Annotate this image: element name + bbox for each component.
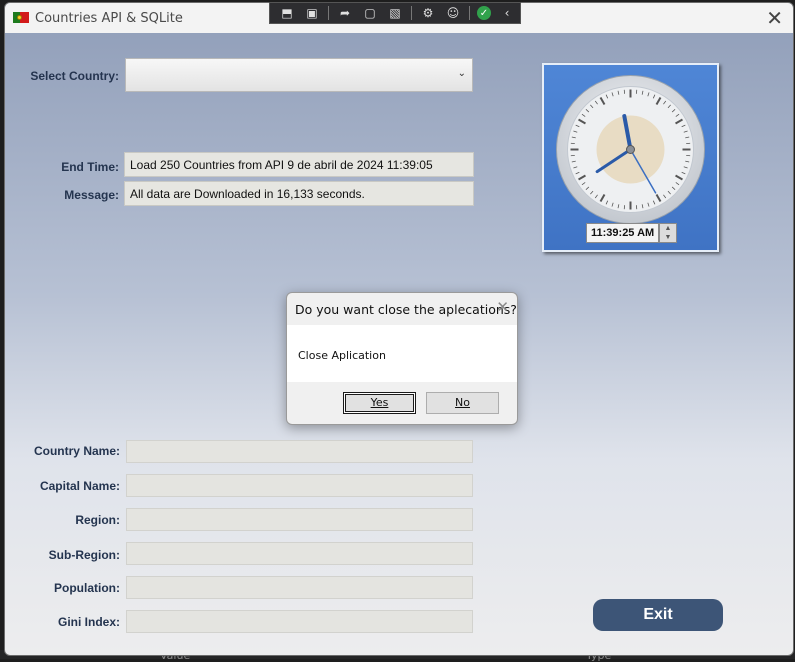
- message-label: Message:: [7, 188, 119, 202]
- debug-toolbar: ⬒ ▣ ➦ ▢ ▧ ⚙ ☺ ✓ ‹: [269, 2, 521, 24]
- window-title: Countries API & SQLite: [35, 11, 183, 26]
- sub-region-field[interactable]: [126, 542, 473, 565]
- close-window-button[interactable]: ✕: [766, 6, 783, 30]
- end-time-label: End Time:: [7, 160, 119, 174]
- end-time-field[interactable]: Load 250 Countries from API 9 de abril d…: [124, 152, 474, 177]
- capital-name-field[interactable]: [126, 474, 473, 497]
- spin-up-icon[interactable]: ▲: [660, 224, 676, 233]
- exit-button[interactable]: Exit: [593, 599, 723, 631]
- chevron-down-icon: ⌄: [458, 68, 466, 79]
- live-preview-icon[interactable]: ▣: [303, 5, 321, 21]
- binding-failures-icon[interactable]: ⚙: [419, 5, 437, 21]
- country-name-label: Country Name:: [7, 444, 120, 458]
- no-button[interactable]: No: [426, 392, 499, 414]
- gini-index-label: Gini Index:: [7, 615, 120, 629]
- spin-down-icon[interactable]: ▼: [660, 233, 676, 242]
- portugal-flag-icon: [13, 12, 29, 23]
- pointer-select-icon[interactable]: ➦: [336, 5, 354, 21]
- hot-reload-ok-icon[interactable]: ✓: [477, 6, 491, 20]
- collapse-toolbar-icon[interactable]: ‹: [498, 5, 516, 21]
- sub-region-label: Sub-Region:: [7, 548, 120, 562]
- layout-adorners-icon[interactable]: ▢: [361, 5, 379, 21]
- time-spinner[interactable]: ▲ ▼: [659, 223, 677, 243]
- capital-name-label: Capital Name:: [7, 479, 120, 493]
- accessibility-icon[interactable]: ☺: [444, 5, 462, 21]
- select-country-label: Select Country:: [7, 69, 119, 83]
- region-field[interactable]: [126, 508, 473, 531]
- population-field[interactable]: [126, 576, 473, 599]
- time-picker[interactable]: 11:39:25 AM: [586, 223, 659, 243]
- clock-panel: 11:39:25 AM ▲ ▼: [542, 63, 719, 252]
- dialog-title: Do you want close the aplecations?: [295, 302, 517, 317]
- yes-button[interactable]: Yes: [343, 392, 416, 414]
- select-element-icon[interactable]: ⬒: [278, 5, 296, 21]
- analog-clock: [555, 74, 706, 225]
- country-name-field[interactable]: [126, 440, 473, 463]
- message-field[interactable]: All data are Downloaded in 16,133 second…: [124, 181, 474, 206]
- gini-index-field[interactable]: [126, 610, 473, 633]
- dialog-message: Close Aplication: [298, 349, 386, 362]
- dialog-close-icon[interactable]: ✕: [496, 298, 509, 316]
- dialog-body: Close Aplication: [287, 325, 517, 382]
- confirm-dialog: Do you want close the aplecations? ✕ Clo…: [286, 292, 518, 425]
- region-label: Region:: [7, 513, 120, 527]
- track-focus-icon[interactable]: ▧: [386, 5, 404, 21]
- population-label: Population:: [7, 581, 120, 595]
- country-select[interactable]: ⌄: [125, 58, 473, 92]
